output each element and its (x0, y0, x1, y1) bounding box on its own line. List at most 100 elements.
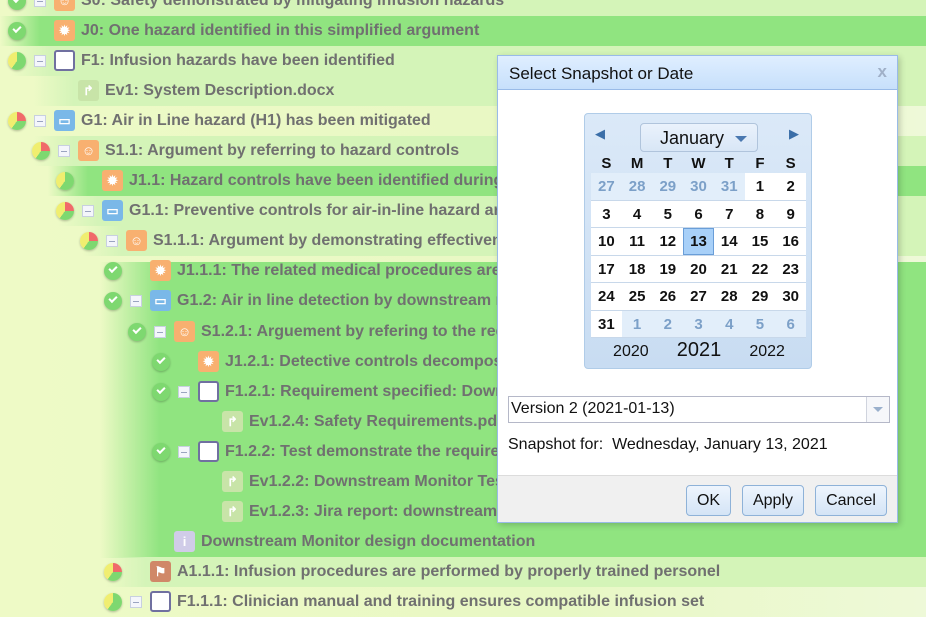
calendar-day[interactable]: 10 (591, 228, 622, 255)
calendar-day[interactable]: 14 (713, 228, 745, 255)
calendar-day[interactable]: 4 (621, 200, 653, 227)
node-label[interactable]: S1.1: Argument by referring to hazard co… (105, 142, 459, 160)
calendar-day[interactable]: 15 (744, 228, 776, 255)
calendar-day[interactable]: 11 (621, 228, 653, 255)
collapse-icon[interactable] (130, 595, 142, 608)
speech-bubble-icon: ▭ (54, 110, 75, 132)
version-select-value: Version 2 (2021-01-13) (511, 400, 675, 417)
dialog-titlebar[interactable]: Select Snapshot or Date x (498, 56, 897, 90)
calendar-day[interactable]: 29 (744, 283, 776, 310)
snapshot-value: Wednesday, January 13, 2021 (612, 436, 828, 453)
strategy-icon: ☺ (126, 230, 147, 252)
node-label[interactable]: F1.1.1: Clinician manual and training en… (177, 593, 704, 611)
month-dropdown[interactable]: January (640, 123, 758, 152)
year-next[interactable]: 2022 (749, 343, 785, 361)
calendar-day[interactable]: 3 (591, 200, 622, 227)
calendar-day[interactable]: 31 (591, 310, 622, 337)
apply-button[interactable]: Apply (742, 485, 804, 516)
calendar-day[interactable]: 30 (775, 283, 807, 310)
node-label[interactable]: Ev1.2.4: Safety Requirements.pdf (249, 413, 502, 431)
calendar-day[interactable]: 28 (621, 173, 653, 200)
node-label[interactable]: S0: Safety demonstrated by mitigating in… (81, 0, 504, 10)
node-label[interactable]: A1.1.1: Infusion procedures are performe… (177, 563, 720, 581)
document-icon (198, 380, 219, 402)
node-label[interactable]: G1.1: Preventive controls for air-in-lin… (129, 202, 509, 220)
calendar-day[interactable]: 7 (713, 200, 745, 227)
document-icon (54, 50, 75, 72)
calendar-day[interactable]: 1 (621, 310, 653, 337)
collapse-icon[interactable] (34, 55, 46, 68)
evidence-arrow-icon: ↱ (222, 470, 243, 492)
node-label[interactable]: F1: Infusion hazards have been identifie… (81, 52, 395, 70)
node-label[interactable]: G1: Air in Line hazard (H1) has been mit… (81, 112, 431, 130)
node-label[interactable]: J1.2.1: Detective controls decomposed (225, 353, 521, 371)
node-label[interactable]: Downstream Monitor design documentation (201, 533, 535, 551)
calendar-day[interactable]: 24 (591, 283, 622, 310)
year-current[interactable]: 2021 (677, 339, 722, 362)
collapse-icon[interactable] (82, 205, 94, 218)
calendar-day[interactable]: 28 (713, 283, 745, 310)
calendar-day[interactable]: 25 (621, 283, 653, 310)
close-icon[interactable]: x (878, 62, 887, 82)
calendar-day[interactable]: 1 (744, 173, 776, 200)
calendar-day[interactable]: 17 (591, 255, 622, 282)
node-label[interactable]: F1.2.2: Test demonstrate the requirement (225, 443, 538, 461)
ok-button[interactable]: OK (686, 485, 731, 516)
collapse-icon[interactable] (130, 295, 142, 308)
collapse-icon[interactable] (154, 325, 166, 338)
collapse-icon[interactable] (34, 0, 46, 7)
calendar-day[interactable]: 6 (683, 200, 714, 227)
year-prev[interactable]: 2020 (613, 343, 649, 361)
collapse-icon[interactable] (34, 115, 46, 128)
calendar-day[interactable]: 4 (713, 310, 745, 337)
calendar-day[interactable]: 16 (775, 228, 807, 255)
weekday-label: S (785, 155, 796, 172)
calendar-day[interactable]: 12 (652, 228, 684, 255)
calendar-day[interactable]: 27 (683, 283, 714, 310)
tree-row[interactable]: i Downstream Monitor design documentation (0, 527, 926, 557)
calendar-day[interactable]: 29 (652, 173, 684, 200)
calendar-day[interactable]: 5 (744, 310, 776, 337)
node-label[interactable]: Ev1: System Description.docx (105, 82, 334, 100)
calendar-day[interactable]: 20 (683, 255, 714, 282)
tree-row[interactable]: ⚑ A1.1.1: Infusion procedures are perform… (0, 556, 926, 587)
collapse-icon[interactable] (106, 235, 118, 248)
node-label[interactable]: Ev1.2.2: Downstream Monitor Test (249, 473, 509, 491)
calendar-day[interactable]: 23 (775, 255, 807, 282)
calendar-day[interactable]: 19 (652, 255, 684, 282)
calendar-day[interactable]: 21 (713, 255, 745, 282)
calendar-day[interactable]: 26 (652, 283, 684, 310)
calendar-day[interactable]: 31 (713, 173, 745, 200)
select-snapshot-dialog: Select Snapshot or Date x ◀ ▶ January S M… (497, 55, 898, 523)
collapse-icon[interactable] (178, 445, 190, 458)
chevron-down-icon[interactable] (866, 397, 889, 422)
calendar-day[interactable]: 22 (744, 255, 776, 282)
calendar-day[interactable]: 2 (652, 310, 684, 337)
node-label[interactable]: J0: One hazard identified in this simpli… (81, 22, 479, 40)
prev-month-icon[interactable]: ◀ (595, 126, 605, 142)
tree-row[interactable]: ✹ J0: One hazard identified in this simpl… (0, 16, 926, 46)
calendar-day[interactable]: 6 (775, 310, 807, 337)
version-select[interactable]: Version 2 (2021-01-13) (508, 396, 890, 423)
calendar-day[interactable]: 30 (683, 173, 714, 200)
cancel-button[interactable]: Cancel (815, 485, 887, 516)
snapshot-label: Snapshot for: (508, 436, 604, 453)
calendar-day[interactable]: 13 (683, 228, 714, 255)
node-label[interactable]: Ev1.2.3: Jira report: downstream (249, 503, 497, 521)
calendar-day[interactable]: 5 (652, 200, 684, 227)
collapse-icon[interactable] (58, 145, 70, 158)
tree-row[interactable]: ☺ S0: Safety demonstrated by mitigating i… (0, 0, 926, 16)
calendar-day[interactable]: 18 (621, 255, 653, 282)
collapse-icon[interactable] (178, 385, 190, 398)
calendar-day[interactable]: 27 (591, 173, 622, 200)
node-label[interactable]: S1.1.1: Argument by demonstrating effect… (153, 232, 529, 250)
calendar-week: 10 11 12 13 14 15 16 (591, 228, 807, 256)
calendar-day[interactable]: 2 (775, 173, 807, 200)
tree-row[interactable]: F1.1.1: Clinician manual and training en… (0, 587, 926, 617)
calendar-day[interactable]: 9 (775, 200, 807, 227)
calendar-day[interactable]: 3 (683, 310, 714, 337)
calendar-day[interactable]: 8 (744, 200, 776, 227)
node-label[interactable]: J1.1: Hazard controls have been identifi… (129, 172, 503, 190)
calendar-week: 3456789 (591, 200, 807, 228)
next-month-icon[interactable]: ▶ (789, 126, 799, 142)
